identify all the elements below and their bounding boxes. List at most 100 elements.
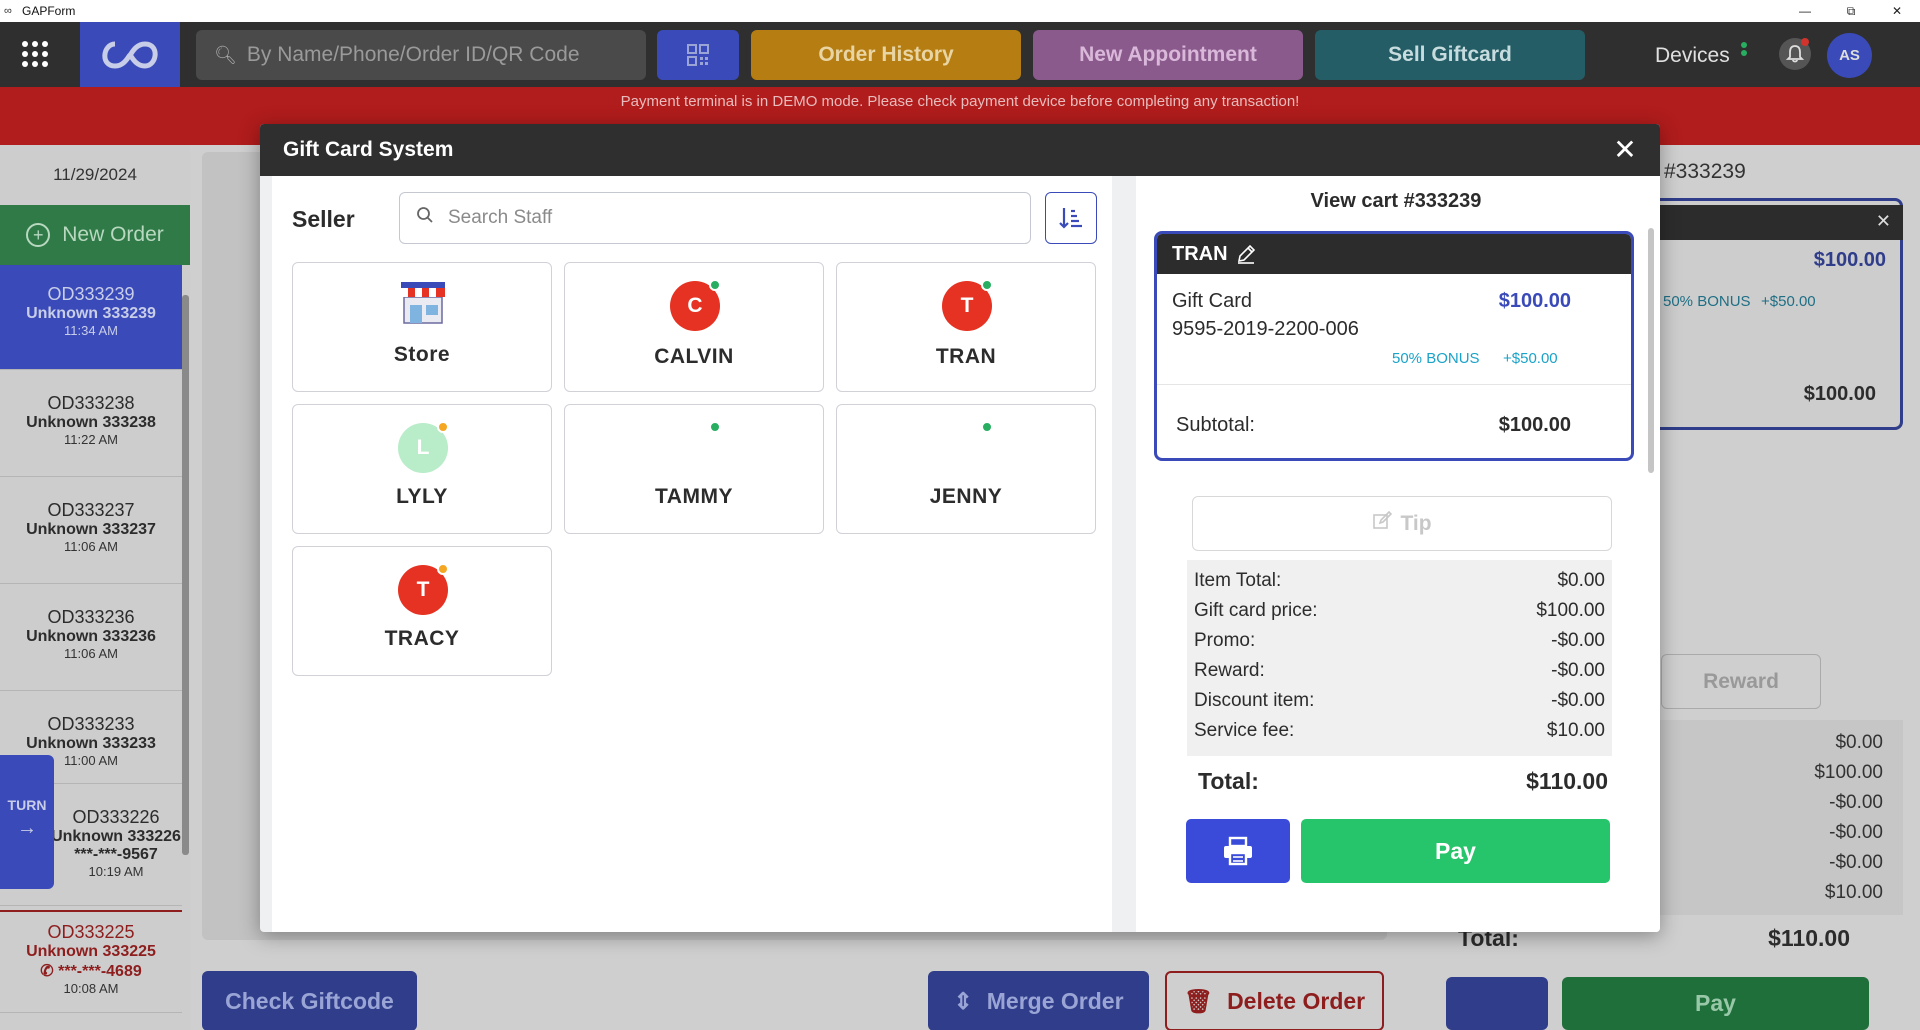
summary-label: Discount item:: [1194, 690, 1315, 711]
search-icon: 🔍︎: [214, 44, 237, 65]
edit-pencil-icon[interactable]: [1236, 244, 1256, 264]
sidebar-scrollbar[interactable]: [182, 295, 189, 855]
new-appointment-button[interactable]: New Appointment: [1033, 30, 1303, 80]
staff-card-tran[interactable]: T TRAN: [836, 262, 1096, 392]
subtotal-value: $100.00: [1498, 414, 1571, 436]
print-receipt-button[interactable]: [1186, 819, 1290, 883]
staff-card-jenny[interactable]: JENNY: [836, 404, 1096, 534]
tip-label: Tip: [1400, 511, 1432, 535]
summary-value: -$0.00: [1551, 690, 1605, 711]
order-list-item[interactable]: OD333225 Unknown 333225 ✆ ***-***-4689 1…: [0, 910, 182, 1013]
modal-title: Gift Card System: [283, 138, 454, 161]
trash-icon: 🗑︎: [1183, 987, 1214, 1014]
background-summary-values: $0.00 $100.00 -$0.00 -$0.00 -$0.00 $10.0…: [1814, 728, 1883, 908]
infinity-logo-icon: [102, 40, 158, 69]
order-id: OD333226: [72, 807, 160, 827]
cart-title: View cart #333239: [1310, 190, 1482, 212]
summary-label: Gift card price:: [1194, 600, 1318, 621]
order-list-item[interactable]: OD333236 Unknown 333236 11:06 AM: [0, 584, 182, 691]
delete-order-label: Delete Order: [1227, 987, 1366, 1014]
new-order-button[interactable]: + New Order: [0, 205, 190, 265]
order-id: OD333225: [47, 922, 135, 942]
apps-grid-icon[interactable]: [22, 41, 48, 67]
banner-text: Payment terminal is in DEMO mode. Please…: [620, 93, 1300, 110]
staff-search-input[interactable]: Search Staff: [399, 192, 1031, 244]
check-giftcode-button[interactable]: Check Giftcode: [202, 971, 417, 1030]
summary-value: $10.00: [1546, 720, 1605, 741]
order-id: OD333236: [47, 607, 135, 627]
background-summary-value: $100.00: [1814, 762, 1883, 783]
notification-bell-icon[interactable]: [1779, 38, 1811, 70]
pay-button[interactable]: Pay: [1301, 819, 1610, 883]
minimize-icon[interactable]: —: [1782, 0, 1828, 22]
search-icon: [416, 206, 434, 230]
background-reward-button[interactable]: Reward: [1661, 654, 1821, 709]
turn-tab[interactable]: TURN →: [0, 755, 54, 889]
order-list-item[interactable]: OD333239 Unknown 333239 11:34 AM: [0, 265, 182, 370]
sell-giftcard-button[interactable]: Sell Giftcard: [1315, 30, 1585, 80]
order-customer: Unknown 333226: [51, 828, 181, 845]
staff-card-lyly[interactable]: L LYLY: [292, 404, 552, 534]
sort-icon: [1059, 208, 1082, 229]
merge-order-button[interactable]: ⇕ Merge Order: [928, 971, 1149, 1030]
app-header: 🔍︎ By Name/Phone/Order ID/QR Code Order …: [0, 22, 1920, 87]
qr-code-icon: [687, 44, 709, 66]
background-print-button[interactable]: [1446, 977, 1548, 1030]
order-customer: Unknown 333225: [26, 943, 156, 960]
background-cart-title: #333239: [1664, 160, 1746, 183]
modal-close-icon[interactable]: ✕: [1610, 134, 1640, 165]
sort-staff-button[interactable]: [1045, 192, 1097, 244]
global-search-input[interactable]: 🔍︎ By Name/Phone/Order ID/QR Code: [196, 30, 646, 80]
app-logo[interactable]: [80, 22, 180, 87]
summary-label: Promo:: [1194, 630, 1256, 651]
cart-scrollbar[interactable]: [1648, 228, 1654, 473]
staff-card-store[interactable]: Store: [292, 262, 552, 392]
tip-button[interactable]: Tip: [1192, 496, 1612, 551]
staff-card-tracy[interactable]: T TRACY: [292, 546, 552, 676]
user-avatar[interactable]: AS: [1827, 33, 1872, 78]
close-icon[interactable]: ✕: [1876, 211, 1891, 232]
close-window-icon[interactable]: ✕: [1874, 0, 1920, 22]
background-summary-value: -$0.00: [1829, 822, 1883, 843]
summary-row-giftcard-price: Gift card price: $100.00: [1194, 596, 1605, 626]
order-time: 11:22 AM: [64, 432, 118, 447]
modal-header: Gift Card System ✕: [260, 124, 1660, 176]
staff-name: LYLY: [396, 485, 448, 508]
summary-row-discount: Discount item: -$0.00: [1194, 686, 1605, 716]
staff-card-calvin[interactable]: C CALVIN: [564, 262, 824, 392]
background-summary: $0.00 $100.00 -$0.00 -$0.00 -$0.00 $10.0…: [1650, 720, 1903, 915]
summary-value: -$0.00: [1551, 630, 1605, 651]
delete-order-button[interactable]: 🗑︎ Delete Order: [1165, 971, 1384, 1030]
summary-value: $0.00: [1557, 570, 1605, 591]
phone-icon: ✆: [40, 963, 59, 980]
order-list-item[interactable]: OD333237 Unknown 333237 11:06 AM: [0, 477, 182, 584]
store-icon: [401, 282, 445, 324]
order-time: 10:08 AM: [63, 981, 119, 996]
background-pay-button[interactable]: Pay: [1562, 977, 1869, 1030]
order-customer: Unknown 333237: [26, 521, 156, 538]
staff-name: JENNY: [929, 485, 1003, 508]
order-history-button[interactable]: Order History: [751, 30, 1021, 80]
background-subtotal: $100.00: [1803, 383, 1876, 405]
staff-name: TAMMY: [655, 485, 733, 508]
merge-order-label: Merge Order: [986, 987, 1124, 1014]
total-row: Total: $110.00: [1198, 768, 1608, 795]
notification-badge: [1801, 38, 1809, 46]
order-id: OD333237: [47, 500, 135, 520]
background-summary-value: $0.00: [1835, 732, 1883, 753]
summary-row-item-total: Item Total: $0.00: [1194, 566, 1605, 596]
order-list-item[interactable]: OD333238 Unknown 333238 11:22 AM: [0, 370, 182, 477]
plus-icon: +: [26, 223, 51, 247]
order-time: 11:06 AM: [64, 539, 118, 554]
divider: [1157, 384, 1631, 385]
devices-menu[interactable]: Devices: [1655, 44, 1730, 68]
app-icon: ∞: [4, 5, 12, 17]
arrow-right-icon: →: [17, 817, 37, 839]
qr-scan-button[interactable]: [657, 30, 739, 80]
restore-icon[interactable]: ⧉: [1828, 0, 1874, 22]
giftcard-bonus-amount: +$50.00: [1503, 350, 1558, 367]
cart-staff-name: TRAN: [1172, 242, 1228, 265]
staff-card-tammy[interactable]: TAMMY: [564, 404, 824, 534]
bell-glyph-icon: [1785, 45, 1805, 63]
cart-staff-header[interactable]: TRAN: [1157, 234, 1631, 274]
